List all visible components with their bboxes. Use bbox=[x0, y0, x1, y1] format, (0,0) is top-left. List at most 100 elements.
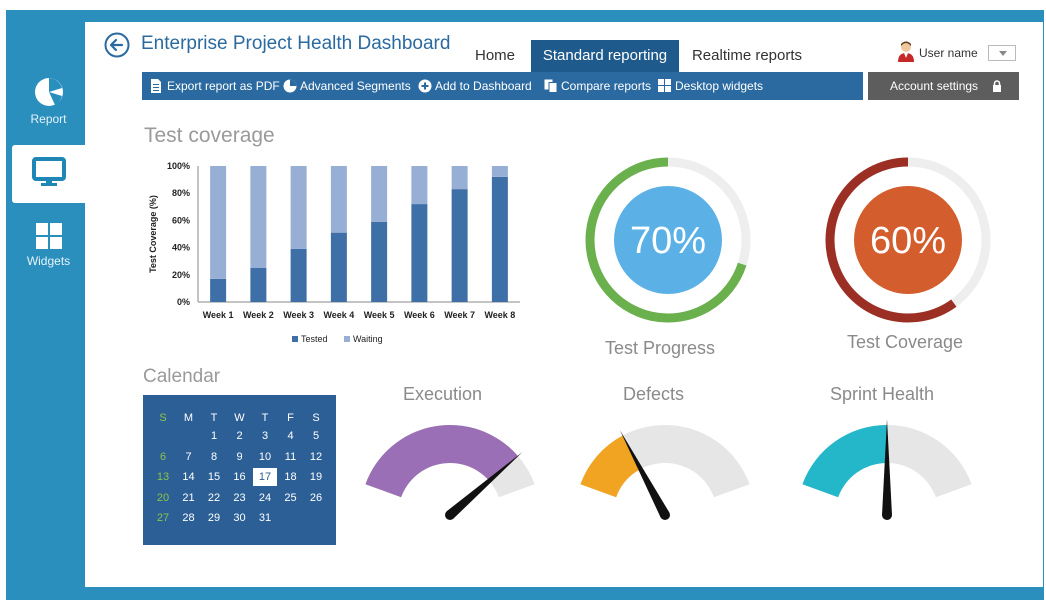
calendar-day[interactable]: 7 bbox=[177, 448, 201, 466]
calendar-day[interactable]: 16 bbox=[228, 468, 252, 486]
calendar-day[interactable]: 4 bbox=[279, 427, 303, 445]
widgets-grid-icon bbox=[35, 223, 62, 249]
test-coverage-ring: 60% bbox=[825, 157, 991, 323]
sidebar-item-monitor[interactable] bbox=[12, 145, 86, 203]
calendar-day[interactable]: 20 bbox=[151, 489, 175, 507]
toolbar-item-label: Advanced Segments bbox=[300, 79, 411, 93]
sidebar-item-label: Report bbox=[30, 112, 67, 126]
calendar-day[interactable]: 3 bbox=[253, 427, 277, 445]
y-tick-label: 40% bbox=[172, 243, 190, 253]
tab-realtime-reports[interactable]: Realtime reports bbox=[684, 40, 810, 72]
grid-icon bbox=[658, 79, 671, 92]
section-title-calendar: Calendar bbox=[143, 366, 221, 387]
calendar-day[interactable]: 26 bbox=[304, 489, 328, 507]
y-tick-label: 60% bbox=[172, 215, 190, 225]
gauge-title-execution: Execution bbox=[403, 384, 483, 404]
calendar-widget: S M T W T F S 1 2 3 4 5 6 7 8 9 10 11 12 13 14 15 16 17 18 19 20 21… bbox=[143, 395, 336, 545]
x-tick-label: Week 8 bbox=[484, 310, 515, 320]
y-tick-label: 20% bbox=[172, 270, 190, 280]
calendar-weekday: T bbox=[210, 412, 218, 424]
calendar-weekday: W bbox=[234, 412, 245, 424]
toolbar: Export report as PDF Advanced Segments A… bbox=[142, 72, 863, 100]
pie-chart-icon bbox=[34, 78, 63, 106]
x-tick-label: Week 5 bbox=[364, 310, 395, 320]
calendar-day[interactable]: 14 bbox=[177, 468, 201, 486]
bar-waiting bbox=[451, 166, 468, 190]
bar-tested bbox=[451, 189, 468, 302]
calendar-day[interactable]: 11 bbox=[279, 448, 303, 466]
calendar-day[interactable]: 2 bbox=[228, 427, 252, 445]
calendar-day[interactable]: 24 bbox=[253, 489, 277, 507]
tab-home[interactable]: Home bbox=[466, 40, 524, 72]
calendar-weekday: S bbox=[312, 412, 320, 424]
x-tick-label: Week 2 bbox=[243, 310, 274, 320]
calendar-day[interactable]: 10 bbox=[253, 448, 277, 466]
calendar-day[interactable]: 29 bbox=[202, 509, 226, 527]
sidebar-item-widgets[interactable]: Widgets bbox=[12, 222, 85, 282]
calendar-day[interactable]: 12 bbox=[304, 448, 328, 466]
calendar-day[interactable]: 19 bbox=[304, 468, 328, 486]
legend-swatch bbox=[344, 336, 350, 342]
calendar-day[interactable]: 13 bbox=[151, 468, 175, 486]
gauge-fill bbox=[802, 425, 887, 498]
lock-icon bbox=[993, 80, 1001, 92]
gauge-title-sprint-health: Sprint Health bbox=[830, 384, 935, 404]
tab-standard-reporting[interactable]: Standard reporting bbox=[531, 40, 679, 72]
calendar-day[interactable]: 28 bbox=[177, 509, 201, 527]
sprint-health-gauge bbox=[802, 419, 972, 520]
legend-label: Waiting bbox=[353, 334, 383, 344]
bar-tested bbox=[210, 278, 227, 302]
bar-tested bbox=[371, 221, 388, 302]
x-tick-label: Week 7 bbox=[444, 310, 475, 320]
back-arrow-icon[interactable] bbox=[104, 32, 130, 58]
calendar-day[interactable]: 9 bbox=[228, 448, 252, 466]
execution-gauge bbox=[365, 425, 535, 520]
test-progress-label: Test Progress bbox=[605, 338, 716, 358]
bar-waiting bbox=[330, 166, 347, 233]
calendar-day[interactable]: 22 bbox=[202, 489, 226, 507]
gauge-hub bbox=[445, 510, 455, 520]
calendar-day[interactable]: 27 bbox=[151, 509, 175, 527]
calendar-day[interactable]: 21 bbox=[177, 489, 201, 507]
bar-tested bbox=[290, 248, 307, 302]
calendar-weekday: F bbox=[287, 412, 294, 424]
calendar-day[interactable]: 17 bbox=[253, 468, 277, 487]
test-coverage-label: Test Coverage bbox=[847, 332, 964, 352]
user-dropdown[interactable] bbox=[988, 45, 1016, 61]
toolbar-item-label: Add to Dashboard bbox=[435, 79, 532, 93]
x-tick-label: Week 3 bbox=[283, 310, 314, 320]
calendar-day[interactable]: 6 bbox=[151, 448, 175, 466]
bar-waiting bbox=[210, 166, 227, 279]
bar-waiting bbox=[411, 166, 428, 205]
test-progress-ring: 70% bbox=[585, 157, 751, 323]
account-settings-button[interactable]: Account settings bbox=[868, 72, 1019, 100]
test-coverage-chart: 0% 20% 40% 60% 80% 100% Test Coverage (%) Week … bbox=[148, 161, 520, 344]
calendar-day[interactable]: 8 bbox=[202, 448, 226, 466]
pie-icon bbox=[283, 79, 297, 93]
calendar-weekday: T bbox=[261, 412, 269, 424]
sidebar-item-report[interactable]: Report bbox=[12, 76, 85, 136]
calendar-day[interactable]: 5 bbox=[304, 427, 328, 445]
account-settings-label: Account settings bbox=[890, 79, 979, 93]
gauge-title-defects: Defects bbox=[623, 384, 685, 404]
y-axis-label: Test Coverage (%) bbox=[148, 195, 158, 273]
user-avatar-icon bbox=[898, 41, 914, 62]
user-name[interactable]: User name bbox=[919, 46, 978, 60]
document-icon bbox=[151, 79, 161, 93]
calendar-day[interactable]: 30 bbox=[228, 509, 252, 527]
ring-value: 70% bbox=[630, 220, 706, 262]
ring-value: 60% bbox=[870, 220, 946, 262]
calendar-day[interactable]: 15 bbox=[202, 468, 226, 486]
x-tick-label: Week 4 bbox=[323, 310, 354, 320]
x-tick-label: Week 1 bbox=[203, 310, 234, 320]
calendar-day[interactable]: 23 bbox=[228, 489, 252, 507]
calendar-day[interactable]: 18 bbox=[279, 468, 303, 486]
calendar-weekday: M bbox=[183, 412, 194, 424]
calendar-day[interactable]: 25 bbox=[279, 489, 303, 507]
calendar-day[interactable]: 31 bbox=[253, 509, 277, 527]
bar-tested bbox=[330, 232, 347, 302]
toolbar-item-label: Export report as PDF bbox=[167, 79, 280, 93]
gauge-hub bbox=[660, 510, 670, 520]
calendar-day[interactable]: 1 bbox=[202, 427, 226, 445]
chevron-down-icon bbox=[999, 51, 1007, 56]
